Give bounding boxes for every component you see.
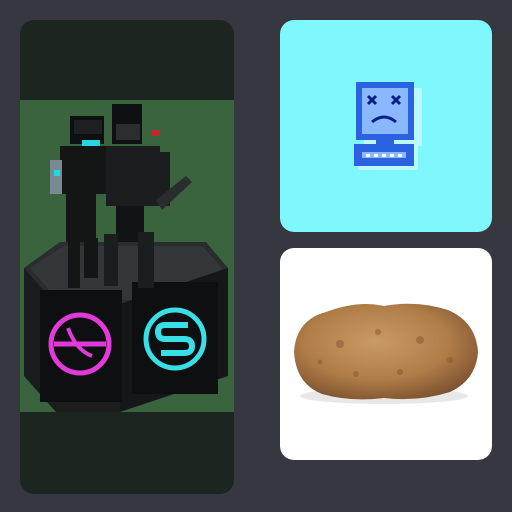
sad-computer-card[interactable] <box>280 20 492 232</box>
potato-card[interactable] <box>280 248 492 460</box>
potato-icon <box>294 303 478 404</box>
sad-computer-icon <box>354 82 422 170</box>
voxel-art-card[interactable] <box>20 20 234 494</box>
voxel-scene-image <box>20 100 234 412</box>
